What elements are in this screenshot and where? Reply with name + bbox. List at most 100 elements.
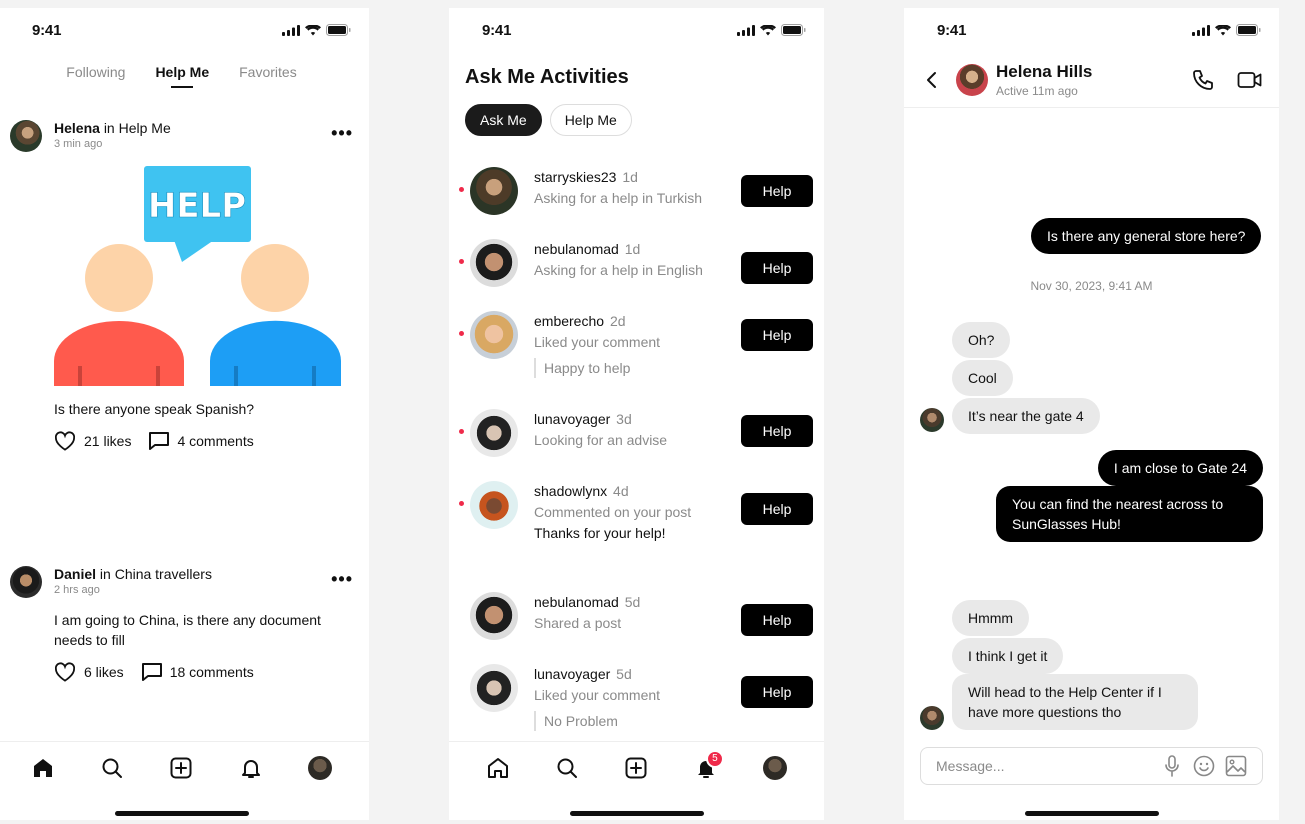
post-text: Is there anyone speak Spanish? xyxy=(54,401,255,417)
nav-profile[interactable] xyxy=(300,748,340,788)
wifi-icon xyxy=(305,24,321,35)
avatar[interactable] xyxy=(470,167,518,215)
avatar[interactable] xyxy=(470,409,518,457)
message-composer xyxy=(920,747,1263,785)
illustration-text: HELP xyxy=(148,186,246,226)
plus-square-icon xyxy=(625,757,647,778)
likes-count: 21 likes xyxy=(84,433,132,449)
nav-search[interactable] xyxy=(92,748,132,788)
microphone-icon xyxy=(1165,755,1179,777)
battery-icon xyxy=(326,24,351,36)
username[interactable]: lunavoyager xyxy=(534,411,610,427)
message-input[interactable] xyxy=(936,758,1156,774)
post-author[interactable]: Daniel xyxy=(54,566,96,582)
image-button[interactable] xyxy=(1220,755,1252,777)
unread-dot xyxy=(459,331,464,336)
like-button[interactable]: 6 likes xyxy=(54,662,124,682)
help-button[interactable]: Help xyxy=(741,415,813,447)
status-time: 9:41 xyxy=(32,22,62,39)
nav-create[interactable] xyxy=(161,748,201,788)
activity-description: Liked your comment xyxy=(534,687,661,703)
help-button[interactable]: Help xyxy=(741,676,813,708)
comments-count: 18 comments xyxy=(169,664,254,680)
avatar[interactable] xyxy=(470,311,518,359)
nav-create[interactable] xyxy=(616,748,656,788)
contact-name[interactable]: Helena Hills xyxy=(996,62,1092,82)
help-button[interactable]: Help xyxy=(741,175,813,207)
username[interactable]: shadowlynx xyxy=(534,483,607,499)
comment-text: Thanks for your help! xyxy=(534,525,666,541)
signal-icon xyxy=(282,24,300,36)
post-author[interactable]: Helena xyxy=(54,120,100,136)
help-illustration: HELP xyxy=(54,166,341,386)
bottom-nav xyxy=(0,741,369,793)
post-group[interactable]: China travellers xyxy=(115,566,212,582)
post-card: Helena in Help Me 3 min ago ••• xyxy=(10,120,353,152)
nav-home[interactable] xyxy=(478,748,518,788)
tab-following[interactable]: Following xyxy=(66,64,125,88)
avatar[interactable] xyxy=(10,120,42,152)
microphone-button[interactable] xyxy=(1156,755,1188,777)
emoji-icon xyxy=(1193,755,1215,777)
avatar[interactable] xyxy=(956,64,988,96)
activity-description: Commented on your post xyxy=(534,504,692,520)
activity-description: Liked your comment xyxy=(534,334,661,350)
nav-home[interactable] xyxy=(23,748,63,788)
help-button[interactable]: Help xyxy=(741,493,813,525)
filter-chips: Ask Me Help Me xyxy=(465,104,632,136)
username[interactable]: nebulanomad xyxy=(534,241,619,257)
quoted-comment: Happy to help xyxy=(534,358,660,378)
more-options-button[interactable]: ••• xyxy=(331,566,353,588)
notification-badge: 5 xyxy=(705,749,724,768)
comment-button[interactable]: 18 comments xyxy=(141,663,254,681)
nav-search[interactable] xyxy=(547,748,587,788)
comment-button[interactable]: 4 comments xyxy=(149,432,254,450)
avatar[interactable] xyxy=(470,664,518,712)
chip-help-me[interactable]: Help Me xyxy=(549,104,632,136)
avatar[interactable] xyxy=(470,592,518,640)
chip-ask-me[interactable]: Ask Me xyxy=(465,104,542,136)
post-in: in xyxy=(103,120,115,136)
post-in: in xyxy=(99,566,111,582)
username[interactable]: nebulanomad xyxy=(534,594,619,610)
battery-icon xyxy=(781,24,806,36)
status-icons xyxy=(1192,24,1261,36)
more-options-button[interactable]: ••• xyxy=(331,120,353,142)
bell-icon xyxy=(241,759,260,778)
message-line: have more questions tho xyxy=(968,704,1122,720)
post-card: Daniel in China travellers 2 hrs ago •••… xyxy=(10,566,353,682)
help-button[interactable]: Help xyxy=(741,252,813,284)
nav-notifications[interactable]: 5 xyxy=(686,748,726,788)
feed-screen: 9:41 Following Help Me Favorites Helena … xyxy=(0,8,369,820)
heart-icon xyxy=(54,662,76,682)
nav-notifications[interactable] xyxy=(231,748,271,788)
heart-icon xyxy=(54,431,76,451)
unread-dot xyxy=(459,429,464,434)
tab-help-me[interactable]: Help Me xyxy=(155,64,209,88)
username[interactable]: emberecho xyxy=(534,313,604,329)
nav-profile[interactable] xyxy=(755,748,795,788)
emoji-button[interactable] xyxy=(1188,755,1220,777)
help-button[interactable]: Help xyxy=(741,604,813,636)
activities-screen: 9:41 Ask Me Activities Ask Me Help Me st… xyxy=(449,8,824,820)
tab-favorites[interactable]: Favorites xyxy=(239,64,297,88)
avatar[interactable] xyxy=(470,239,518,287)
battery-icon xyxy=(1236,24,1261,36)
back-button[interactable] xyxy=(922,70,942,95)
message-incoming: I think I get it xyxy=(952,638,1064,674)
call-button[interactable] xyxy=(1191,68,1215,97)
help-button[interactable]: Help xyxy=(741,319,813,351)
avatar[interactable] xyxy=(10,566,42,598)
username[interactable]: lunavoyager xyxy=(534,666,610,682)
quoted-comment: No Problem xyxy=(534,711,660,731)
like-button[interactable]: 21 likes xyxy=(54,431,131,451)
avatar[interactable] xyxy=(470,481,518,529)
message-incoming: Will head to the Help Center if I have m… xyxy=(952,674,1198,730)
post-group[interactable]: Help Me xyxy=(119,120,171,136)
search-icon xyxy=(557,758,578,778)
home-indicator xyxy=(1024,811,1159,816)
username[interactable]: starryskies23 xyxy=(534,169,616,185)
status-time: 9:41 xyxy=(937,22,967,39)
video-call-button[interactable] xyxy=(1237,68,1263,97)
home-indicator xyxy=(114,811,249,816)
